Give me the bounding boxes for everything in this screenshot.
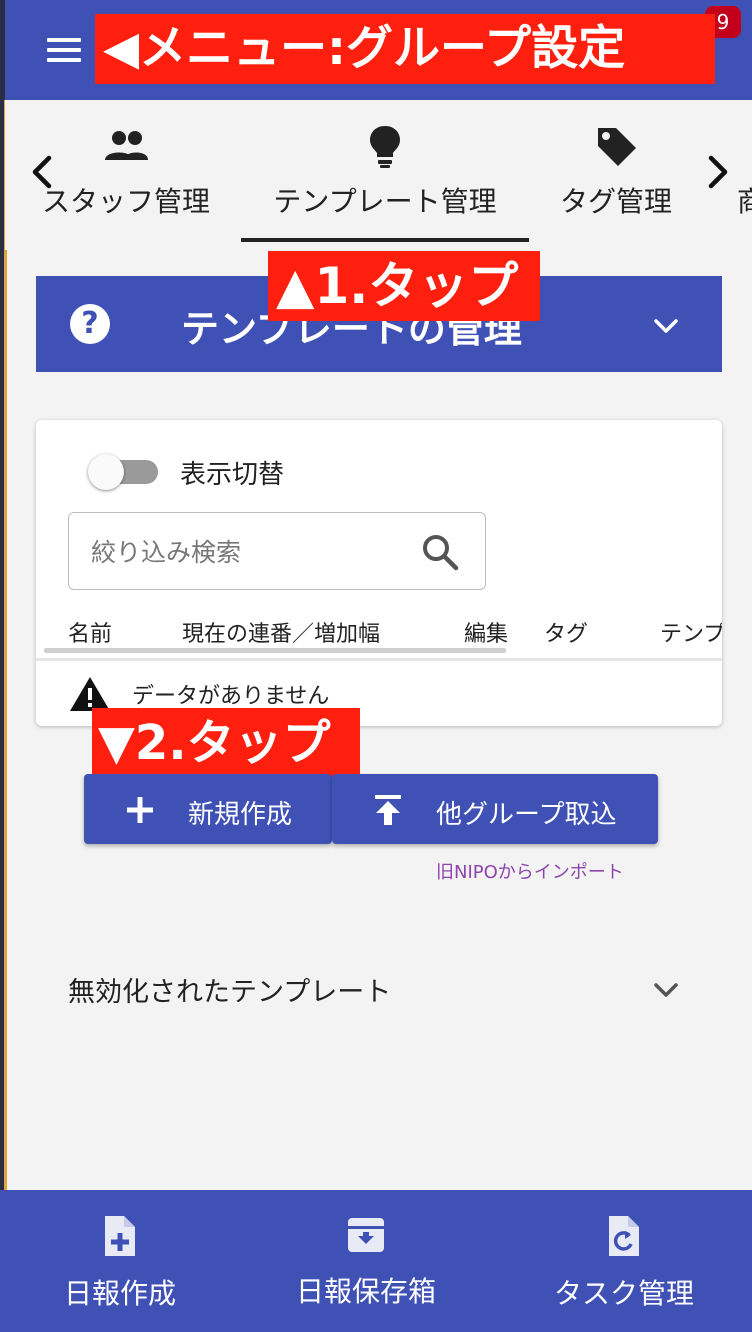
file-refresh-icon: [609, 1216, 639, 1256]
import-group-label: 他グループ取込: [436, 800, 617, 830]
empty-message: データがありません: [132, 684, 330, 709]
column-tag[interactable]: タグ: [544, 616, 588, 648]
table-scrollbar[interactable]: [44, 648, 506, 653]
active-tab-indicator: [241, 238, 529, 242]
column-template[interactable]: テンプ: [660, 616, 722, 648]
tab-tags[interactable]: タグ管理: [551, 122, 681, 232]
tag-icon: [598, 128, 636, 166]
search-icon[interactable]: [419, 531, 461, 573]
search-input[interactable]: [89, 531, 413, 573]
tab-staff-label: スタッフ管理: [41, 185, 210, 218]
window-edge-accent: [4, 100, 7, 1190]
annotation-menu-banner: ◀メニュー:グループ設定: [95, 14, 715, 84]
tab-bar: スタッフ管理 テンプレート管理 タグ管理 商: [5, 100, 752, 250]
archive-icon: [348, 1218, 384, 1252]
new-template-button[interactable]: 新規作成: [84, 774, 332, 844]
table-divider: [36, 658, 722, 661]
people-icon: [105, 131, 148, 160]
toggle-knob: [88, 454, 124, 490]
help-icon[interactable]: ?: [70, 304, 110, 344]
disabled-templates-expander[interactable]: 無効化されたテンプレート: [36, 960, 722, 1016]
chevron-down-icon[interactable]: [650, 974, 682, 1006]
nav-task-management[interactable]: タスク管理: [546, 1214, 702, 1324]
nav-daily-report-create-label: 日報作成: [63, 1277, 176, 1310]
display-toggle[interactable]: [88, 454, 158, 490]
annotation-step2: ▼2.タップ: [92, 708, 360, 778]
template-table-card: 表示切替 名前 現在の連番／増加幅 編集 タグ テンプ データがありません: [36, 420, 722, 726]
nav-report-archive-label: 日報保存箱: [295, 1275, 436, 1308]
column-name[interactable]: 名前: [68, 616, 112, 648]
annotation-step1: ▲1.タップ: [268, 251, 540, 321]
tab-partial-label: 商: [737, 185, 752, 218]
lightbulb-icon: [370, 126, 400, 168]
file-add-icon: [105, 1216, 135, 1256]
tab-templates-label: テンプレート管理: [273, 185, 497, 218]
disabled-templates-label: 無効化されたテンプレート: [68, 977, 392, 1008]
import-group-button[interactable]: 他グループ取込: [332, 774, 658, 844]
nav-task-management-label: タスク管理: [553, 1277, 694, 1310]
search-field[interactable]: [68, 512, 486, 590]
upload-icon: [375, 795, 401, 825]
plus-icon: [127, 797, 153, 823]
bottom-navigation: 日報作成 日報保存箱 タスク管理: [0, 1190, 752, 1332]
nav-daily-report-create[interactable]: 日報作成: [50, 1214, 190, 1324]
new-template-label: 新規作成: [188, 800, 293, 830]
tab-staff[interactable]: スタッフ管理: [41, 122, 211, 232]
chevron-down-icon[interactable]: [648, 308, 684, 344]
tab-tags-label: タグ管理: [559, 185, 672, 218]
column-edit[interactable]: 編集: [464, 616, 508, 648]
column-sequence[interactable]: 現在の連番／増加幅: [182, 616, 380, 648]
hamburger-menu-icon[interactable]: [45, 30, 87, 70]
tab-templates[interactable]: テンプレート管理: [267, 122, 503, 232]
tab-partial[interactable]: 商: [737, 122, 752, 232]
display-toggle-label: 表示切替: [180, 460, 285, 490]
legacy-import-link[interactable]: 旧NIPOからインポート: [436, 858, 624, 884]
nav-report-archive[interactable]: 日報保存箱: [284, 1214, 448, 1324]
tab-next-arrow-icon[interactable]: [703, 152, 733, 192]
